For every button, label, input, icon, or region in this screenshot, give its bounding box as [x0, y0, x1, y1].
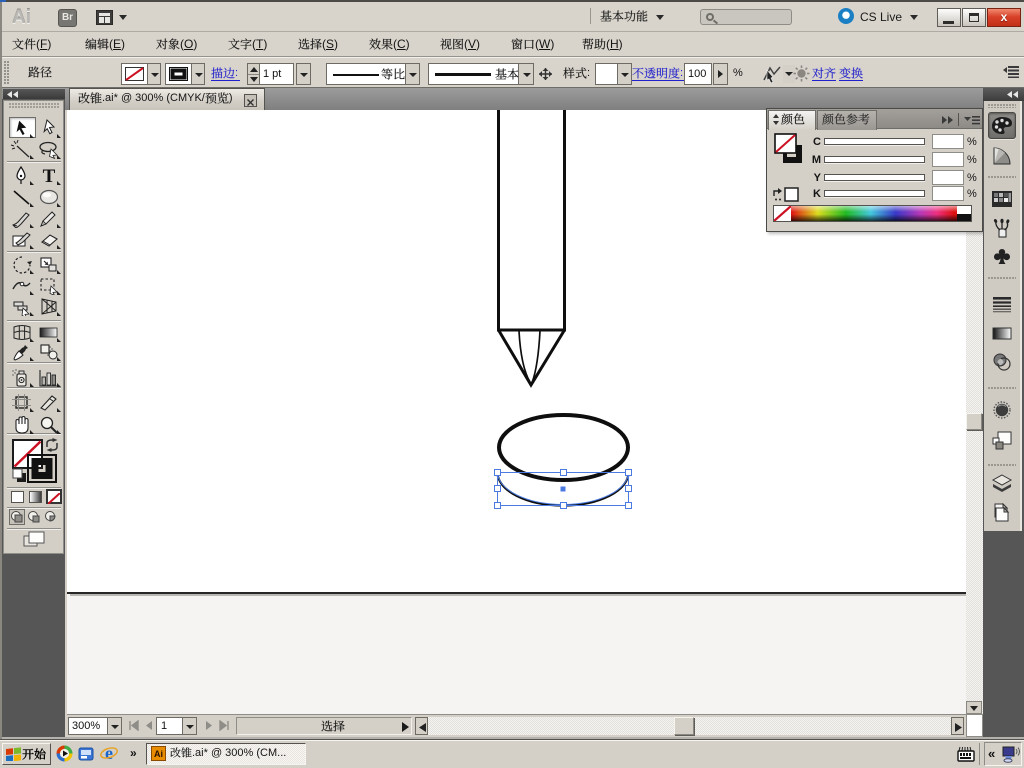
svg-text:T: T: [43, 166, 56, 185]
svg-text:e: e: [105, 744, 113, 763]
